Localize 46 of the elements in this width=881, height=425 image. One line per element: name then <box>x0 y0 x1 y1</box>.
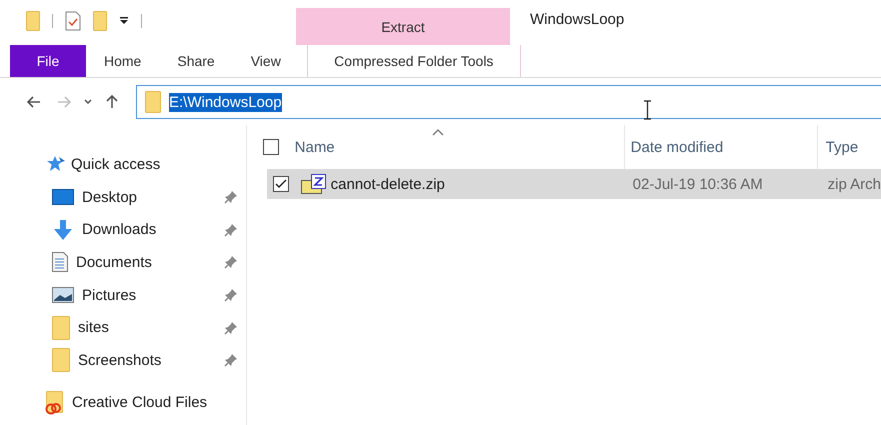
sort-chevron-icon <box>432 129 444 136</box>
quick-access-item[interactable]: Quick access <box>71 156 160 172</box>
download-arrow-icon <box>52 220 74 240</box>
pin-icon[interactable] <box>224 288 238 302</box>
document-icon <box>52 252 68 272</box>
sidebar-item[interactable]: Documents <box>76 254 216 271</box>
sidebar-item[interactable]: Downloads <box>82 221 216 238</box>
sidebar-item[interactable]: Creative Cloud Files <box>72 394 208 412</box>
table-cell-text: 02-Jul-19 10:36 AM <box>632 176 764 192</box>
properties-icon[interactable] <box>65 11 81 31</box>
back-arrow-icon[interactable] <box>26 94 42 110</box>
pin-icon[interactable] <box>224 190 238 204</box>
row-checkbox[interactable] <box>272 176 289 192</box>
pin-icon[interactable] <box>224 353 238 368</box>
text-cursor-icon <box>643 100 652 120</box>
column-header[interactable]: Type <box>818 125 881 169</box>
file-name: cannot-delete.zip <box>330 176 445 192</box>
dropdown-icon[interactable] <box>119 16 129 26</box>
chevron-down-icon[interactable] <box>84 99 92 105</box>
sidebar-item[interactable]: sites <box>78 319 216 336</box>
folder-icon <box>52 348 70 372</box>
folder-icon <box>52 316 70 340</box>
pin-icon[interactable] <box>224 320 238 335</box>
folder-icon <box>145 91 161 113</box>
file-tab[interactable]: File <box>10 45 86 77</box>
sidebar-item[interactable]: Pictures <box>82 286 216 304</box>
zip-folder-icon <box>300 174 327 194</box>
ribbon-tab[interactable]: Compressed Folder Tools <box>306 45 521 77</box>
up-arrow-icon[interactable] <box>104 94 120 110</box>
sidebar-item[interactable]: Desktop <box>82 188 216 206</box>
contextual-tab-header: Extract <box>296 8 510 45</box>
monitor-icon <box>52 189 74 206</box>
ribbon-tab[interactable]: Share <box>159 45 233 77</box>
pin-icon[interactable] <box>224 222 238 237</box>
sidebar-item[interactable]: Screenshots <box>78 352 216 369</box>
file-row[interactable]: cannot-delete.zip 02-Jul-19 10:36 AM zip Arch <box>266 169 881 199</box>
pin-icon[interactable] <box>224 255 238 270</box>
cloud-folder-icon <box>44 390 66 415</box>
select-all-checkbox[interactable] <box>262 139 279 155</box>
ribbon-tab[interactable]: Home <box>86 45 160 77</box>
image-icon <box>52 287 74 304</box>
window-title: WindowsLoop <box>530 11 624 28</box>
ribbon-tab[interactable]: View <box>232 45 299 77</box>
address-field[interactable]: E:\WindowsLoop <box>136 85 881 119</box>
star-icon <box>46 155 66 173</box>
table-cell-text: zip Arch <box>826 176 881 192</box>
